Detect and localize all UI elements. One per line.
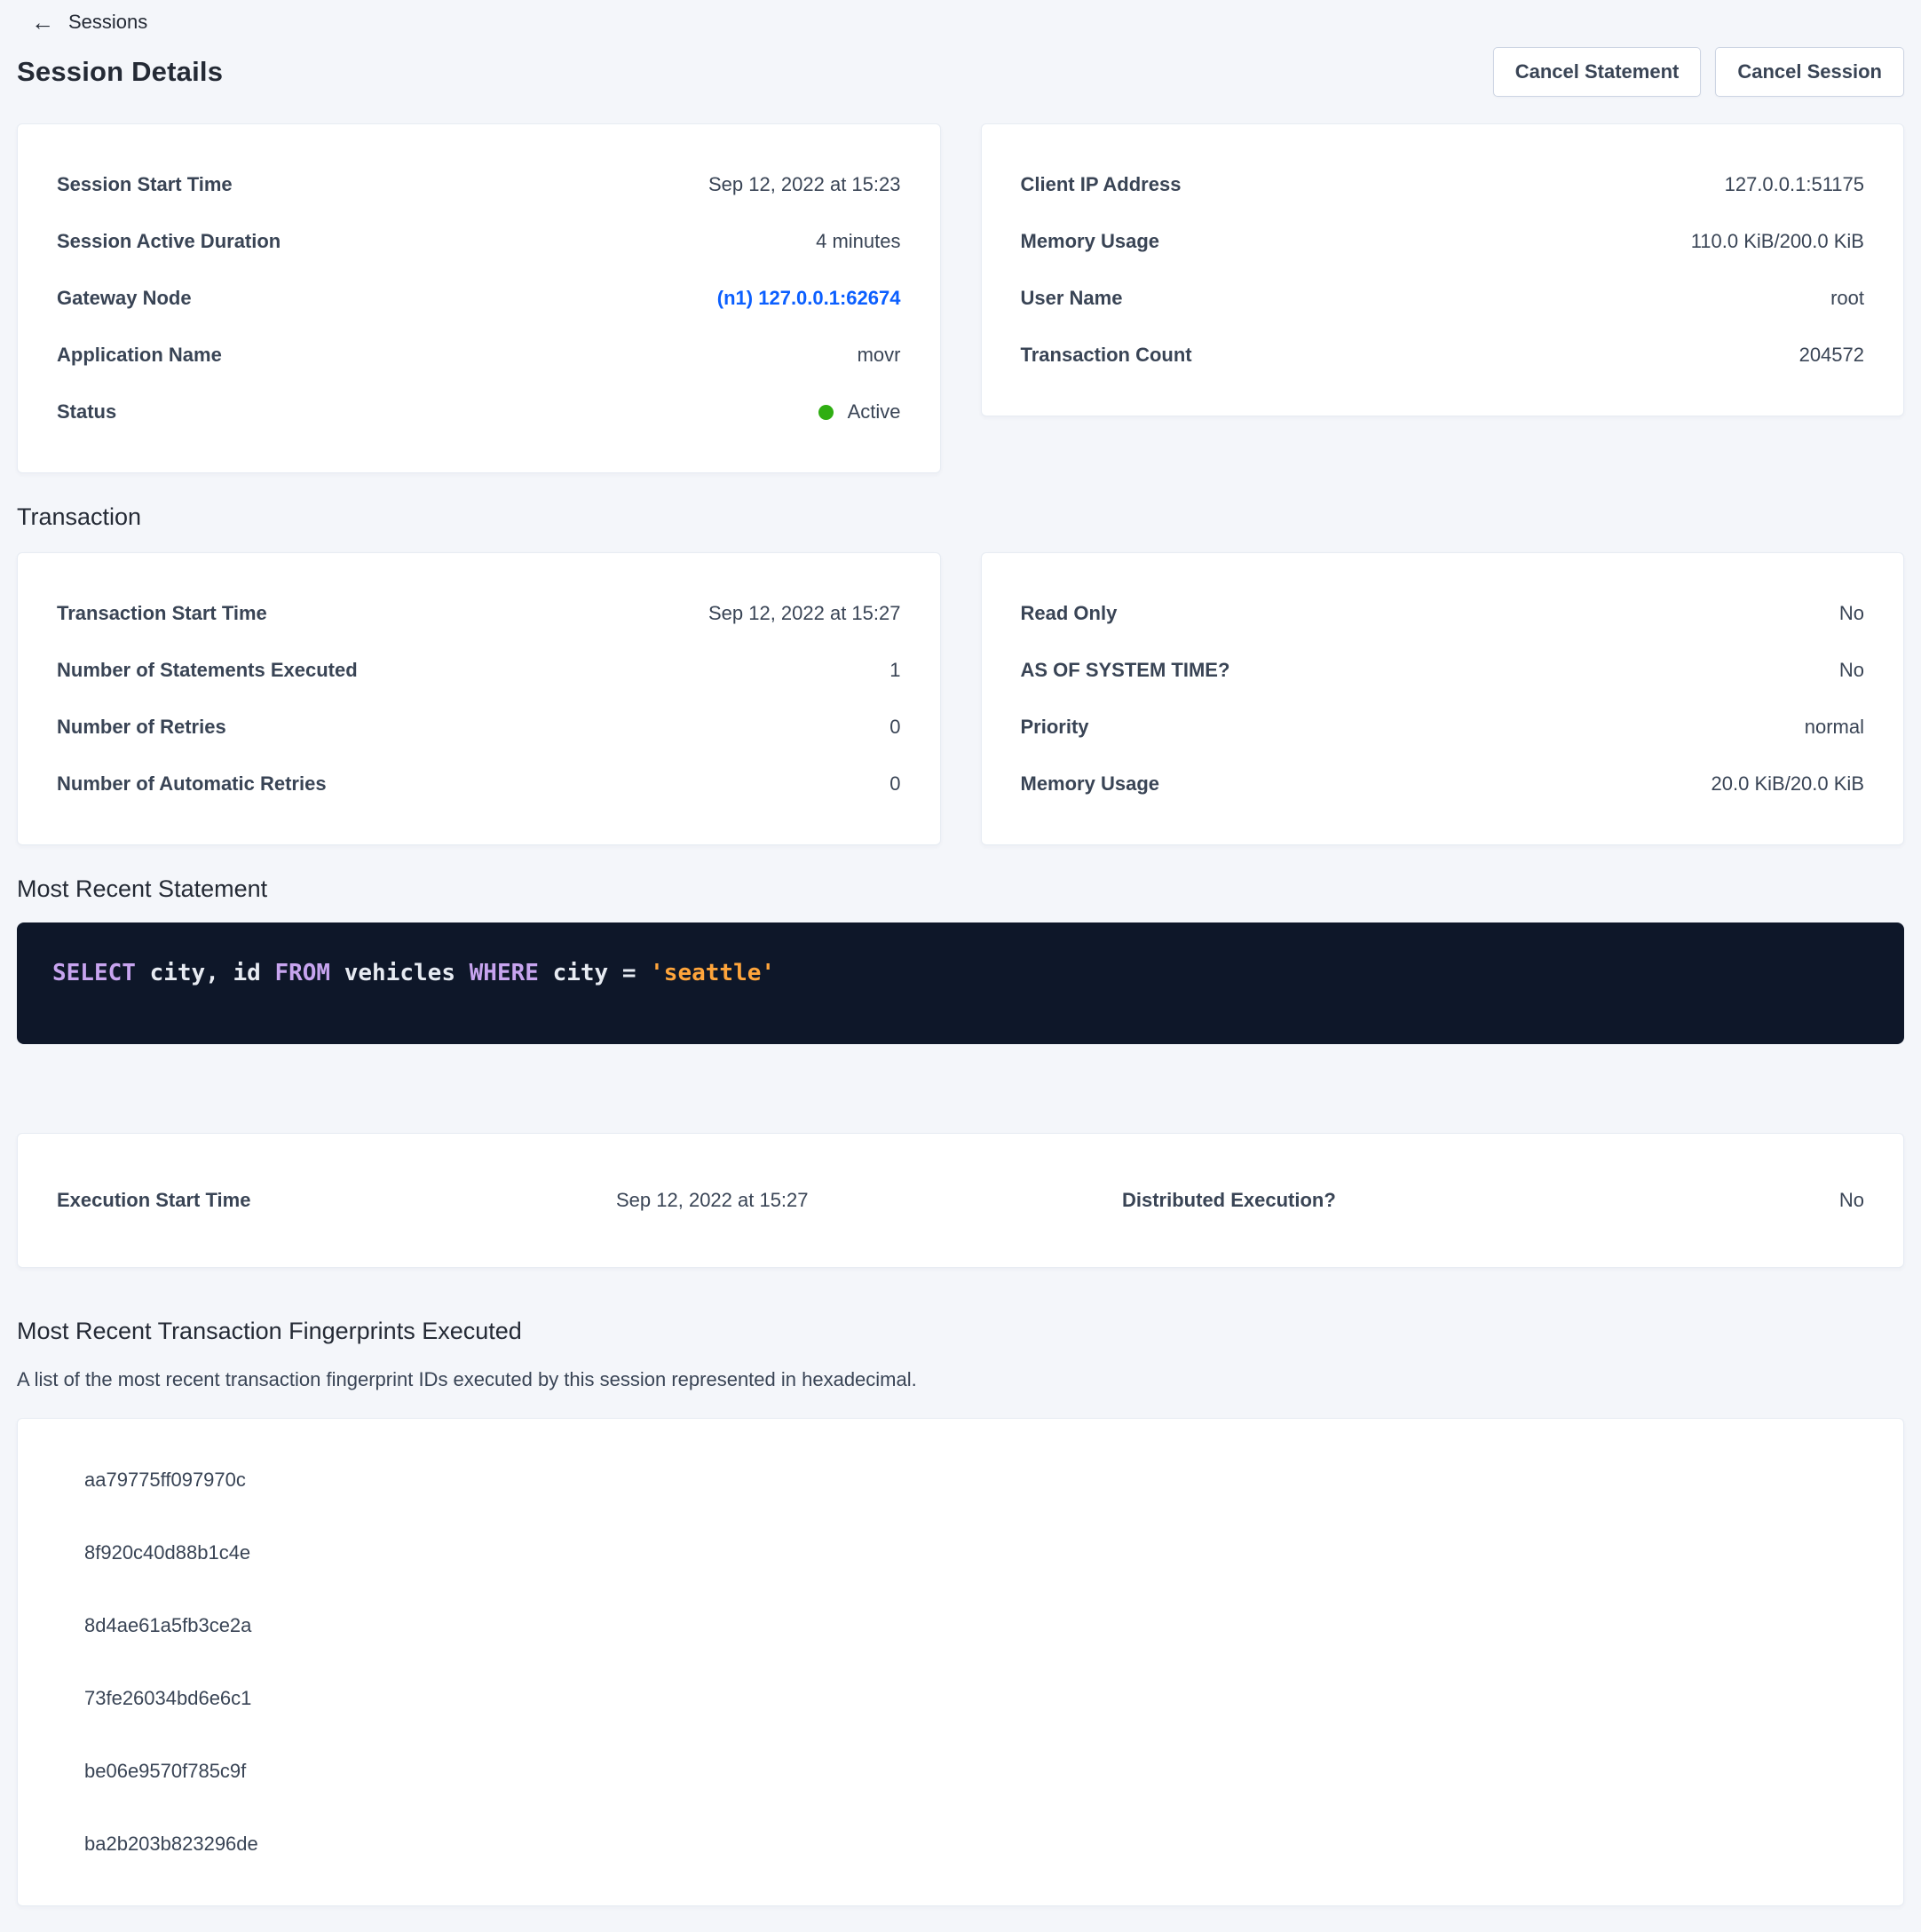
detail-value: 0 [889, 716, 900, 739]
detail-value: Sep 12, 2022 at 15:23 [708, 173, 901, 196]
detail-value: movr [858, 344, 901, 367]
detail-label: User Name [1021, 287, 1123, 310]
status-text: Active [848, 400, 901, 424]
detail-value: 204572 [1799, 344, 1864, 367]
detail-label: AS OF SYSTEM TIME? [1021, 659, 1230, 682]
detail-row: Transaction Start Time Sep 12, 2022 at 1… [57, 585, 901, 642]
fingerprints-description: A list of the most recent transaction fi… [17, 1368, 1904, 1391]
breadcrumb-label: Sessions [68, 11, 147, 34]
detail-row: Application Name movr [57, 327, 901, 384]
detail-label: Number of Statements Executed [57, 659, 358, 682]
detail-row: Memory Usage 20.0 KiB/20.0 KiB [1021, 756, 1865, 812]
detail-label: Gateway Node [57, 287, 192, 310]
status-active-dot-icon [818, 405, 834, 420]
detail-label: Memory Usage [1021, 772, 1160, 796]
back-to-sessions-link[interactable]: ← Sessions [31, 11, 147, 34]
execution-start-value: Sep 12, 2022 at 15:27 [616, 1189, 1122, 1212]
detail-value: root [1830, 287, 1864, 310]
sql-statement-box: SELECT city, id FROM vehicles WHERE city… [17, 922, 1904, 1044]
execution-card: Execution Start Time Sep 12, 2022 at 15:… [17, 1133, 1904, 1268]
fingerprints-card: aa79775ff097970c 8f920c40d88b1c4e 8d4ae6… [17, 1418, 1904, 1906]
fingerprint-item: ba2b203b823296de [18, 1808, 1903, 1881]
detail-value: No [1839, 659, 1864, 682]
detail-row: Priority normal [1021, 699, 1865, 756]
header-actions: Cancel Statement Cancel Session [1493, 47, 1904, 97]
detail-label: Transaction Start Time [57, 602, 267, 625]
transaction-section-heading: Transaction [17, 503, 1904, 531]
execution-start-label: Execution Start Time [57, 1189, 616, 1212]
detail-row: AS OF SYSTEM TIME? No [1021, 642, 1865, 699]
statement-section-heading: Most Recent Statement [17, 875, 1904, 903]
fingerprint-item: aa79775ff097970c [18, 1444, 1903, 1516]
distributed-execution-value: No [1839, 1189, 1864, 1212]
fingerprint-item: 8d4ae61a5fb3ce2a [18, 1589, 1903, 1662]
detail-row: Number of Retries 0 [57, 699, 901, 756]
detail-value: 20.0 KiB/20.0 KiB [1712, 772, 1864, 796]
status-badge: Active [818, 400, 901, 424]
detail-label: Application Name [57, 344, 222, 367]
sql-text: city, id [136, 960, 275, 986]
session-info-card-right: Client IP Address 127.0.0.1:51175 Memory… [981, 123, 1905, 416]
detail-value: 127.0.0.1:51175 [1725, 173, 1864, 196]
detail-value: No [1839, 602, 1864, 625]
page-title: Session Details [17, 56, 223, 88]
fingerprint-item: be06e9570f785c9f [18, 1735, 1903, 1808]
detail-row: Status Active [57, 384, 901, 440]
detail-row: Gateway Node (n1) 127.0.0.1:62674 [57, 270, 901, 327]
distributed-execution-label: Distributed Execution? [1122, 1189, 1336, 1212]
detail-label: Read Only [1021, 602, 1118, 625]
transaction-card-left: Transaction Start Time Sep 12, 2022 at 1… [17, 552, 941, 845]
detail-row: Session Start Time Sep 12, 2022 at 15:23 [57, 156, 901, 213]
sql-keyword: FROM [274, 960, 330, 986]
fingerprint-item: 8f920c40d88b1c4e [18, 1516, 1903, 1589]
execution-row: Execution Start Time Sep 12, 2022 at 15:… [57, 1173, 1864, 1228]
detail-value: 0 [889, 772, 900, 796]
detail-row: User Name root [1021, 270, 1865, 327]
detail-label: Client IP Address [1021, 173, 1182, 196]
detail-value: 110.0 KiB/200.0 KiB [1691, 230, 1864, 253]
detail-label: Number of Automatic Retries [57, 772, 327, 796]
sql-keyword: WHERE [470, 960, 539, 986]
session-details-page: ← Sessions Session Details Cancel Statem… [0, 0, 1921, 1906]
gateway-node-link[interactable]: (n1) 127.0.0.1:62674 [717, 287, 901, 310]
detail-value: 1 [889, 659, 900, 682]
detail-label: Transaction Count [1021, 344, 1192, 367]
detail-row: Session Active Duration 4 minutes [57, 213, 901, 270]
detail-row: Transaction Count 204572 [1021, 327, 1865, 384]
detail-row: Memory Usage 110.0 KiB/200.0 KiB [1021, 213, 1865, 270]
detail-label: Session Start Time [57, 173, 233, 196]
detail-label: Status [57, 400, 116, 424]
detail-label: Memory Usage [1021, 230, 1160, 253]
detail-label: Session Active Duration [57, 230, 281, 253]
transaction-card-right: Read Only No AS OF SYSTEM TIME? No Prior… [981, 552, 1905, 845]
sql-keyword: SELECT [52, 960, 136, 986]
session-info-card-left: Session Start Time Sep 12, 2022 at 15:23… [17, 123, 941, 473]
back-arrow-icon: ← [31, 11, 54, 34]
detail-value: Sep 12, 2022 at 15:27 [708, 602, 901, 625]
sql-text: vehicles [330, 960, 470, 986]
detail-row: Number of Statements Executed 1 [57, 642, 901, 699]
sql-string-literal: 'seattle' [650, 960, 775, 986]
fingerprints-section-heading: Most Recent Transaction Fingerprints Exe… [17, 1318, 1904, 1345]
fingerprint-item: 73fe26034bd6e6c1 [18, 1662, 1903, 1735]
detail-row: Number of Automatic Retries 0 [57, 756, 901, 812]
session-cards: Session Start Time Sep 12, 2022 at 15:23… [17, 123, 1904, 473]
sql-text: city = [539, 960, 650, 986]
detail-value: normal [1805, 716, 1864, 739]
detail-row: Client IP Address 127.0.0.1:51175 [1021, 156, 1865, 213]
detail-row: Read Only No [1021, 585, 1865, 642]
page-header: Session Details Cancel Statement Cancel … [17, 47, 1904, 97]
detail-label: Priority [1021, 716, 1089, 739]
detail-value: 4 minutes [816, 230, 900, 253]
cancel-statement-button[interactable]: Cancel Statement [1493, 47, 1702, 97]
detail-label: Number of Retries [57, 716, 226, 739]
transaction-cards: Transaction Start Time Sep 12, 2022 at 1… [17, 552, 1904, 845]
cancel-session-button[interactable]: Cancel Session [1715, 47, 1904, 97]
